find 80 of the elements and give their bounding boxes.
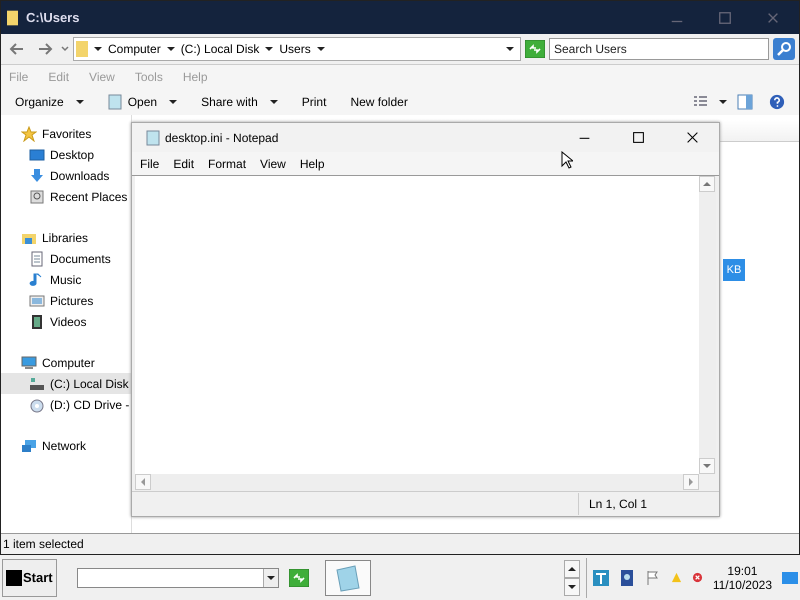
download-icon xyxy=(29,168,45,184)
notepad-icon xyxy=(108,94,122,110)
window-title: desktop.ini - Notepad xyxy=(165,130,278,144)
menu-item[interactable]: View xyxy=(260,156,286,170)
document-icon xyxy=(29,250,45,266)
scroll-up-button[interactable] xyxy=(564,560,580,578)
breadcrumb[interactable]: Computer xyxy=(108,42,161,56)
nav-item[interactable]: Videos xyxy=(1,311,133,332)
desktop-icon xyxy=(29,146,45,162)
show-desktop-icon[interactable] xyxy=(782,572,798,584)
nav-item[interactable]: (C:) Local Disk xyxy=(1,373,133,394)
nav-item[interactable]: Recent Places xyxy=(1,186,133,207)
clock-time: 19:01 xyxy=(727,564,758,578)
vertical-scrollbar[interactable] xyxy=(699,176,716,474)
breadcrumb[interactable]: Users xyxy=(279,42,311,56)
error-icon[interactable] xyxy=(692,572,703,583)
forward-arrow-icon[interactable] xyxy=(36,41,54,57)
video-icon xyxy=(29,314,45,330)
window-title: C:\Users xyxy=(26,10,80,25)
address-bar[interactable]: Computer (C:) Local Disk Users xyxy=(73,37,521,61)
menu-item[interactable]: File xyxy=(140,156,160,170)
clock[interactable]: 19:01 11/10/2023 xyxy=(712,564,772,592)
folder-icon xyxy=(76,40,88,58)
menu-item[interactable]: Help xyxy=(300,156,325,170)
status-text: 1 item selected xyxy=(3,537,84,551)
toolbar-button[interactable]: Print xyxy=(296,93,332,111)
cursor-position: Ln 1, Col 1 xyxy=(578,493,719,515)
nav-item[interactable]: Desktop xyxy=(1,144,133,165)
nav-group-label[interactable]: Network xyxy=(42,438,86,452)
taskbar-button[interactable] xyxy=(324,560,371,596)
network-icon xyxy=(21,438,37,454)
picture-icon xyxy=(29,292,45,308)
caret-icon[interactable] xyxy=(719,100,727,104)
menu-item[interactable]: Format xyxy=(208,156,246,170)
folder-icon xyxy=(7,10,18,26)
nav-item[interactable]: Pictures xyxy=(1,290,133,311)
toolbar-button[interactable]: Share with xyxy=(195,93,284,111)
close-icon[interactable] xyxy=(686,131,699,144)
search-icon[interactable] xyxy=(773,38,795,60)
search-field[interactable]: Search Users xyxy=(549,38,769,60)
start-square-icon xyxy=(6,570,22,586)
start-button[interactable]: Start xyxy=(2,558,57,596)
refresh-icon[interactable] xyxy=(525,40,545,58)
computer-icon xyxy=(21,354,37,370)
nav-item[interactable]: Music xyxy=(1,269,133,290)
caret-icon xyxy=(169,100,178,104)
nav-item[interactable]: Documents xyxy=(1,248,133,269)
refresh-icon[interactable] xyxy=(288,568,309,586)
toolbar-button[interactable]: Open xyxy=(102,92,184,112)
dropdown-button[interactable] xyxy=(262,568,278,586)
horizontal-scrollbar[interactable] xyxy=(135,474,699,491)
nav-group-label[interactable]: Favorites xyxy=(42,126,92,140)
caret-icon[interactable] xyxy=(166,47,175,51)
caret-icon xyxy=(76,100,84,104)
maximize-icon[interactable] xyxy=(632,131,645,144)
nav-group-label[interactable]: Computer xyxy=(42,356,95,370)
nav-item[interactable]: (D:) CD Drive - xyxy=(1,394,133,415)
caret-icon[interactable] xyxy=(265,47,274,51)
scroll-down-button[interactable] xyxy=(564,578,580,596)
notepad-icon xyxy=(146,130,160,146)
back-arrow-icon[interactable] xyxy=(8,41,26,57)
recent-icon xyxy=(29,188,45,204)
toolbar-button[interactable]: Organize xyxy=(9,93,90,111)
disk-icon xyxy=(29,376,45,392)
nav-group-label[interactable]: Libraries xyxy=(42,230,88,244)
star-icon xyxy=(21,126,37,142)
clock-date: 11/10/2023 xyxy=(712,578,772,592)
flag-icon[interactable] xyxy=(644,570,661,586)
help-icon[interactable] xyxy=(769,94,785,110)
caret-icon[interactable] xyxy=(94,47,102,51)
toolbar-button[interactable]: New folder xyxy=(344,93,414,111)
menu-item[interactable]: Edit xyxy=(173,156,194,170)
preview-pane-icon[interactable] xyxy=(737,94,753,110)
caret-icon[interactable] xyxy=(316,47,325,51)
cd-icon xyxy=(29,396,45,412)
nav-item[interactable]: Downloads xyxy=(1,165,133,186)
caret-icon xyxy=(270,100,278,104)
chevron-icon[interactable] xyxy=(61,45,69,53)
breadcrumb[interactable]: (C:) Local Disk xyxy=(180,42,260,56)
caret-icon[interactable] xyxy=(506,47,514,51)
